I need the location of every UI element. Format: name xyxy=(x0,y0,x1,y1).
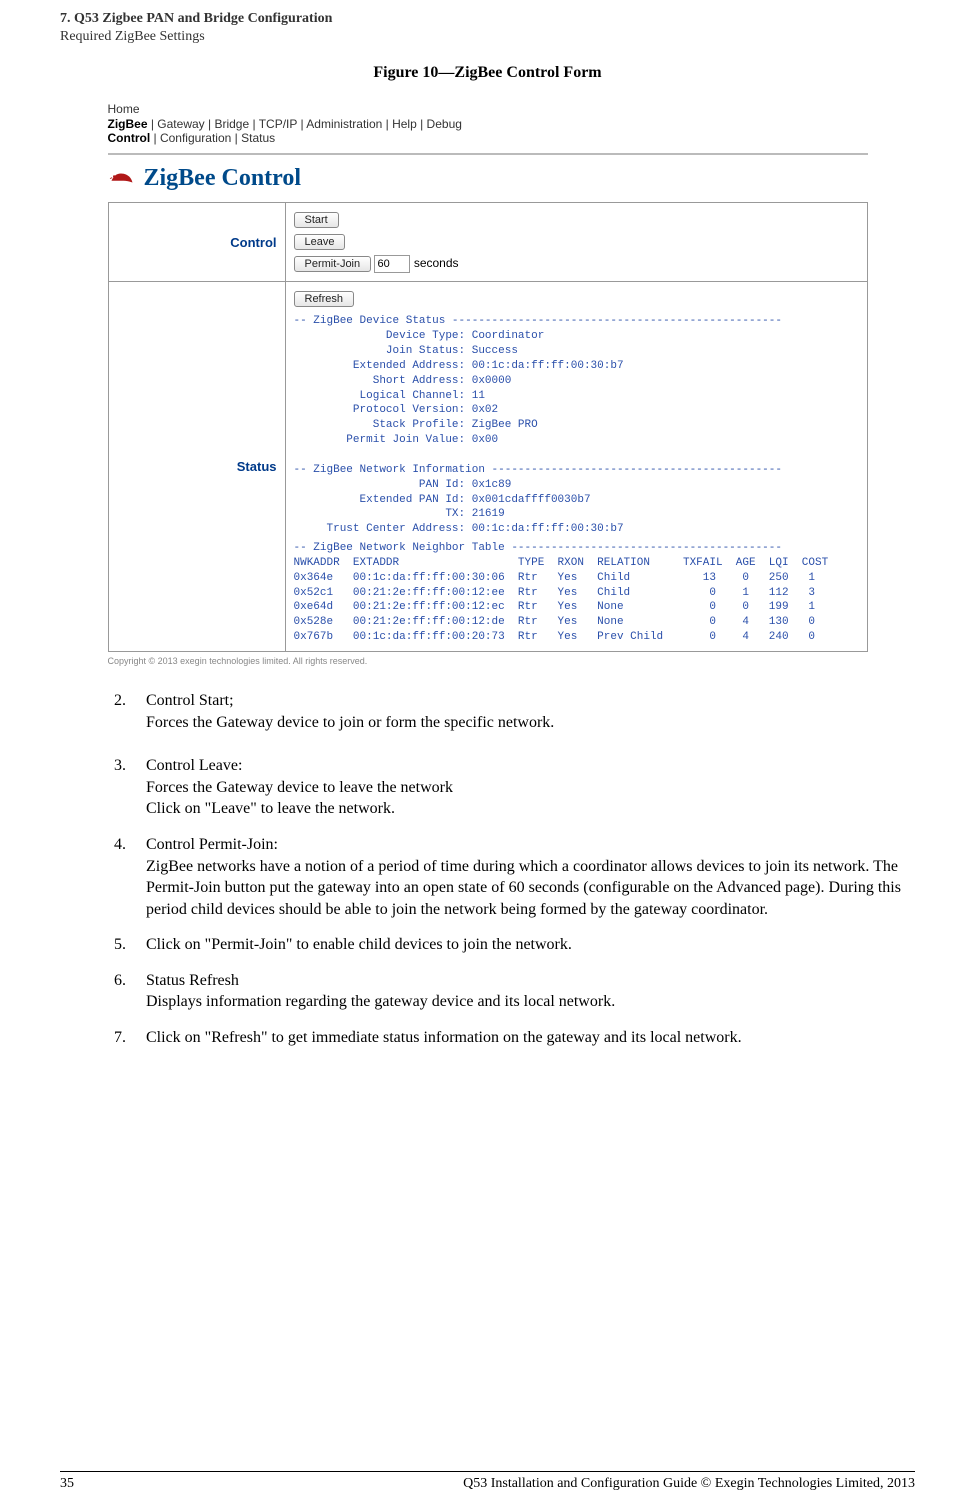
status-device-text: -- ZigBee Device Status ----------------… xyxy=(294,314,859,537)
status-row: Status Refresh -- ZigBee Device Status -… xyxy=(108,282,867,652)
control-row: Control Start Leave Permit-Join seconds xyxy=(108,203,867,282)
list-title: Control Start; xyxy=(146,692,234,709)
list-item-3: 3. Control Leave: Forces the Gateway dev… xyxy=(120,755,915,820)
screenshot-copyright: Copyright © 2013 exegin technologies lim… xyxy=(108,656,868,666)
list-number: 6. xyxy=(114,970,126,992)
status-neighbor-table: -- ZigBee Network Neighbor Table -------… xyxy=(294,541,859,645)
horizontal-rule xyxy=(108,153,868,155)
list-title: Control Leave: xyxy=(146,757,242,774)
section-line: Required ZigBee Settings xyxy=(60,29,205,44)
nav-zigbee-link[interactable]: ZigBee xyxy=(108,117,148,131)
list-body: Click on "Permit-Join" to enable child d… xyxy=(146,936,572,953)
permit-join-seconds-input[interactable] xyxy=(374,255,410,273)
control-label-cell: Control xyxy=(108,203,285,282)
screenshot-nav: Home ZigBee | Gateway | Bridge | TCP/IP … xyxy=(108,100,868,149)
list-item-2: 2. Control Start; Forces the Gateway dev… xyxy=(120,690,915,733)
list-number: 2. xyxy=(114,690,126,712)
document-header: 7. Q53 Zigbee PAN and Bridge Configurati… xyxy=(60,10,915,46)
page-number: 35 xyxy=(60,1476,74,1492)
status-label-cell: Status xyxy=(108,282,285,652)
list-body-line2: Click on "Leave" to leave the network. xyxy=(146,800,395,817)
chapter-line: 7. Q53 Zigbee PAN and Bridge Configurati… xyxy=(60,11,332,26)
body-list: 2. Control Start; Forces the Gateway dev… xyxy=(120,690,915,1049)
nav-control-link[interactable]: Control xyxy=(108,131,151,145)
screenshot-title: ZigBee Control xyxy=(144,165,302,192)
nav-row3-rest: | Configuration | Status xyxy=(150,131,275,145)
nav-home-link[interactable]: Home xyxy=(108,102,868,116)
list-item-7: 7. Click on "Refresh" to get immediate s… xyxy=(120,1027,915,1049)
list-body: Click on "Refresh" to get immediate stat… xyxy=(146,1029,742,1046)
list-item-6: 6. Status Refresh Displays information r… xyxy=(120,970,915,1013)
footer-text: Q53 Installation and Configuration Guide… xyxy=(463,1476,915,1492)
start-button[interactable]: Start xyxy=(294,212,339,228)
permit-join-seconds-label: seconds xyxy=(414,256,459,270)
nav-row2-rest: | Gateway | Bridge | TCP/IP | Administra… xyxy=(148,117,462,131)
permit-join-button[interactable]: Permit-Join xyxy=(294,256,372,272)
list-body-line1: Forces the Gateway device to leave the n… xyxy=(146,779,453,796)
list-item-4: 4. Control Permit-Join: ZigBee networks … xyxy=(120,834,915,920)
refresh-button[interactable]: Refresh xyxy=(294,291,355,307)
control-form-table: Control Start Leave Permit-Join seconds … xyxy=(108,202,868,652)
screenshot-zigbee-control: Home ZigBee | Gateway | Bridge | TCP/IP … xyxy=(108,100,868,666)
list-number: 5. xyxy=(114,934,126,956)
list-number: 3. xyxy=(114,755,126,777)
list-body: Forces the Gateway device to join or for… xyxy=(146,714,554,731)
list-title: Status Refresh xyxy=(146,972,239,989)
list-number: 7. xyxy=(114,1027,126,1049)
list-title: Control Permit-Join: xyxy=(146,836,278,853)
page-footer: 35 Q53 Installation and Configuration Gu… xyxy=(60,1471,915,1492)
list-body: ZigBee networks have a notion of a perio… xyxy=(146,858,901,918)
figure-title: Figure 10—ZigBee Control Form xyxy=(60,64,915,82)
list-body: Displays information regarding the gatew… xyxy=(146,993,615,1010)
screenshot-title-row: ZigBee Control xyxy=(108,165,868,192)
list-number: 4. xyxy=(114,834,126,856)
list-item-5: 5. Click on "Permit-Join" to enable chil… xyxy=(120,934,915,956)
gecko-icon xyxy=(108,167,136,191)
leave-button[interactable]: Leave xyxy=(294,234,346,250)
